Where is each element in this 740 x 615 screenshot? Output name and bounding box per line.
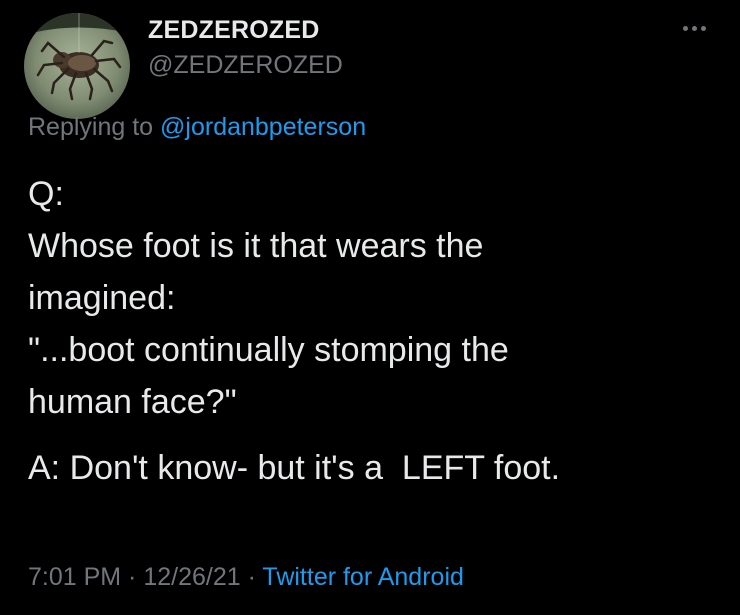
tweet-text-line: "...boot continually stomping the [28, 331, 509, 369]
spider-avatar-icon [24, 13, 130, 119]
tweet: ZEDZEROZED @ZEDZEROZED Replying to @jord… [0, 0, 740, 615]
tweet-text-line: Whose foot is it that wears the [28, 227, 484, 265]
meta-separator: · [240, 563, 263, 591]
more-options-button[interactable] [676, 16, 712, 40]
more-horizontal-icon-dot [700, 25, 706, 31]
more-horizontal-icon [682, 25, 688, 31]
tweet-time[interactable]: 7:01 PM [28, 563, 121, 591]
tweet-text-line: human face?" [28, 383, 237, 421]
replying-to: Replying to @jordanbpeterson [28, 113, 366, 142]
tweet-metadata: 7:01 PM · 12/26/21 · Twitter for Android [28, 563, 464, 592]
tweet-answer-line: A: Don't know- but it's a LEFT foot. [28, 449, 561, 487]
tweet-source-link[interactable]: Twitter for Android [262, 563, 463, 591]
replying-to-label: Replying to [28, 113, 161, 141]
author-display-name[interactable]: ZEDZEROZED [148, 16, 319, 45]
tweet-text-line: imagined: [28, 279, 176, 317]
tweet-text-line: Q: [28, 175, 64, 213]
reply-mention-link[interactable]: @jordanbpeterson [160, 113, 366, 141]
author-handle[interactable]: @ZEDZEROZED [148, 51, 343, 80]
avatar[interactable] [24, 13, 130, 119]
more-horizontal-icon-dot [691, 25, 697, 31]
meta-separator: · [121, 563, 144, 591]
tweet-date[interactable]: 12/26/21 [143, 563, 240, 591]
tweet-text: Q: Whose foot is it that wears the imagi… [28, 168, 718, 494]
